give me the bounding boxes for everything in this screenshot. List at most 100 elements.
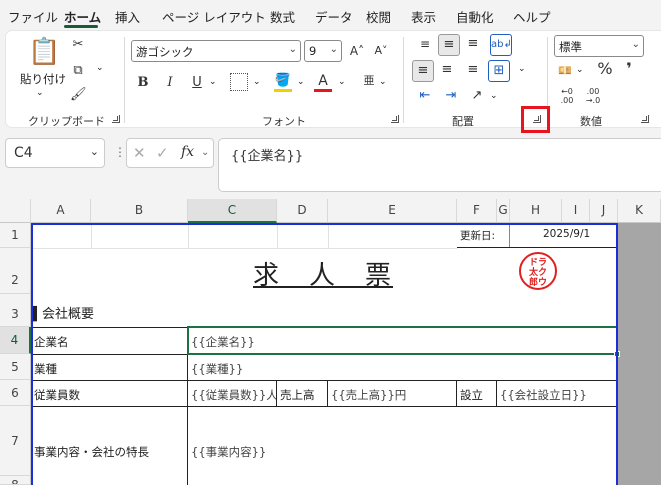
- employees-value[interactable]: {{従業員数}}人: [188, 387, 276, 403]
- currency-icon[interactable]: 💴: [556, 63, 574, 79]
- align-bottom-icon[interactable]: ≡: [464, 36, 482, 52]
- decrease-indent-icon[interactable]: ⇤: [416, 88, 434, 104]
- column-header[interactable]: D: [277, 199, 328, 223]
- tab-file[interactable]: ファイル: [8, 7, 58, 26]
- font-launcher-icon[interactable]: [391, 115, 399, 123]
- merge-center-icon[interactable]: ⊞: [488, 60, 510, 82]
- format-painter-icon[interactable]: 🖌: [70, 87, 87, 103]
- align-middle-icon[interactable]: ≡: [438, 34, 460, 56]
- column-header[interactable]: C: [188, 199, 277, 223]
- copy-dropdown-icon[interactable]: ⌄: [96, 63, 104, 73]
- insert-function-button[interactable]: fx: [181, 144, 194, 160]
- borders-icon[interactable]: [230, 73, 248, 91]
- italic-button[interactable]: I: [163, 75, 177, 91]
- fill-color-icon[interactable]: 🪣: [274, 73, 292, 92]
- business-value[interactable]: {{事業内容}}: [188, 444, 266, 460]
- row-header[interactable]: 8: [0, 476, 31, 485]
- section-heading[interactable]: ▌会社概要: [32, 303, 94, 322]
- font-name-combo[interactable]: 游ゴシック ⌄: [131, 40, 301, 62]
- tab-view[interactable]: 表示: [411, 7, 436, 26]
- align-left-icon[interactable]: ≡: [412, 60, 434, 82]
- form-title[interactable]: 求 人 票: [250, 255, 393, 292]
- clipboard-launcher-icon[interactable]: [112, 115, 120, 123]
- underline-button[interactable]: U: [190, 75, 204, 91]
- underline-dropdown-icon[interactable]: ⌄: [209, 77, 217, 87]
- column-header[interactable]: A: [31, 199, 91, 223]
- industry-label[interactable]: 業種: [31, 361, 57, 377]
- orientation-icon[interactable]: ↗: [468, 88, 486, 104]
- row-header[interactable]: 1: [0, 223, 31, 248]
- row-header[interactable]: 3: [0, 294, 31, 327]
- row-header[interactable]: 6: [0, 380, 31, 406]
- align-top-icon[interactable]: ≡: [416, 36, 434, 52]
- borders-dropdown-icon[interactable]: ⌄: [253, 77, 261, 87]
- font-color-button[interactable]: A: [314, 73, 332, 92]
- merge-dropdown-icon[interactable]: ⌄: [518, 64, 526, 74]
- cancel-icon[interactable]: ✕: [133, 144, 146, 162]
- row-header[interactable]: 5: [0, 354, 31, 380]
- industry-value[interactable]: {{業種}}: [188, 361, 243, 377]
- row-header[interactable]: 4: [0, 327, 31, 354]
- align-center-icon[interactable]: ≡: [438, 62, 456, 78]
- decrease-decimal-icon[interactable]: .00 →.0: [582, 87, 604, 105]
- paste-label[interactable]: 貼り付け: [20, 71, 66, 87]
- formula-input[interactable]: {{企業名}}: [218, 138, 661, 192]
- enter-icon[interactable]: ✓: [156, 144, 169, 162]
- row-header[interactable]: 7: [0, 406, 31, 476]
- font-size-combo[interactable]: 9 ⌄: [304, 40, 342, 62]
- name-box[interactable]: C4 ⌄: [5, 138, 105, 168]
- business-label[interactable]: 事業内容・会社の特長: [31, 444, 149, 460]
- update-label[interactable]: 更新日:: [457, 228, 495, 243]
- column-header[interactable]: E: [328, 199, 457, 223]
- tab-data[interactable]: データ: [315, 7, 353, 26]
- column-header[interactable]: B: [91, 199, 188, 223]
- sales-label[interactable]: 売上高: [277, 387, 315, 403]
- copy-icon[interactable]: ⧉: [70, 63, 86, 79]
- fill-dropdown-icon[interactable]: ⌄: [297, 77, 305, 87]
- founded-value[interactable]: {{会社設立日}}: [497, 387, 587, 403]
- company-label[interactable]: 企業名: [31, 334, 69, 350]
- tab-page-layout[interactable]: ページ レイアウト: [162, 7, 266, 26]
- column-header[interactable]: G: [497, 199, 510, 223]
- comma-button[interactable]: ❜: [622, 61, 636, 77]
- column-header[interactable]: I: [562, 199, 590, 223]
- phonetic-button[interactable]: 亜: [361, 73, 377, 89]
- paste-dropdown-icon[interactable]: ⌄: [36, 88, 44, 98]
- bold-button[interactable]: B: [136, 75, 150, 91]
- paste-icon[interactable]: 📋: [28, 37, 60, 67]
- sales-value[interactable]: {{売上高}}円: [328, 387, 406, 403]
- tab-help[interactable]: ヘルプ: [513, 7, 551, 26]
- page-break-area: [618, 223, 661, 485]
- font-color-dropdown-icon[interactable]: ⌄: [338, 77, 346, 87]
- percent-button[interactable]: %: [596, 61, 614, 77]
- column-header[interactable]: K: [618, 199, 661, 223]
- cut-icon[interactable]: ✂: [70, 37, 86, 53]
- tab-automate[interactable]: 自動化: [456, 7, 494, 26]
- phonetic-dropdown-icon[interactable]: ⌄: [379, 77, 387, 87]
- increase-decimal-icon[interactable]: ←0.00: [556, 87, 578, 105]
- employees-label[interactable]: 従業員数: [31, 387, 80, 403]
- column-header[interactable]: J: [590, 199, 618, 223]
- tab-insert[interactable]: 挿入: [115, 7, 140, 26]
- column-header[interactable]: H: [510, 199, 562, 223]
- number-launcher-icon[interactable]: [641, 115, 649, 123]
- more-options-icon[interactable]: ⋮: [114, 145, 126, 159]
- increase-indent-icon[interactable]: ⇥: [442, 88, 460, 104]
- decrease-font-icon[interactable]: A˅: [372, 43, 390, 59]
- update-date[interactable]: 2025/9/1: [540, 228, 590, 240]
- tab-formulas[interactable]: 数式: [270, 7, 295, 26]
- tab-home[interactable]: ホーム: [64, 7, 101, 26]
- number-format-combo[interactable]: 標準 ⌄: [554, 35, 644, 57]
- increase-font-icon[interactable]: A˄: [348, 43, 366, 59]
- founded-label[interactable]: 設立: [457, 387, 483, 403]
- chevron-down-icon: ⌄: [89, 145, 99, 158]
- column-header[interactable]: F: [457, 199, 497, 223]
- row-header[interactable]: 2: [0, 248, 31, 294]
- wrap-text-icon[interactable]: ab↲: [490, 34, 512, 56]
- company-value[interactable]: {{企業名}}: [188, 334, 255, 350]
- align-right-icon[interactable]: ≡: [464, 62, 482, 78]
- select-all-corner[interactable]: [0, 199, 31, 223]
- currency-dropdown-icon[interactable]: ⌄: [576, 65, 584, 75]
- tab-review[interactable]: 校閲: [366, 7, 391, 26]
- orientation-dropdown-icon[interactable]: ⌄: [490, 91, 498, 101]
